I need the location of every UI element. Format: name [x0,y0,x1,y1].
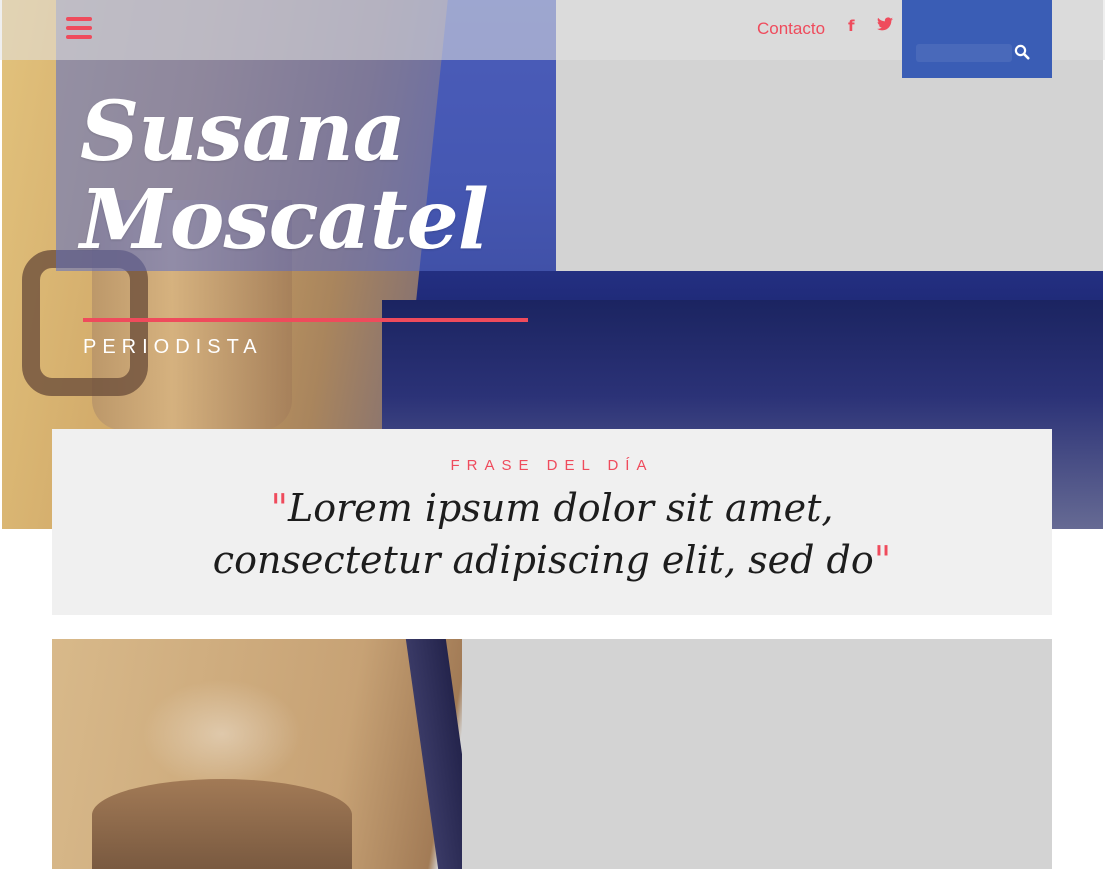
site-owner-role: PERIODISTA [83,336,263,358]
facebook-icon[interactable]: f [848,17,855,35]
coffee-steam [142,679,302,789]
search-input[interactable] [916,44,1012,62]
quote-text-block: "Lorem ipsum dolor sit amet, consectetur… [152,482,952,586]
hamburger-menu-icon[interactable] [66,17,92,39]
site-owner-name: Susana Moscatel [80,84,489,268]
hero-cup-handle [22,250,148,396]
quote-of-the-day-card: FRASE DEL DÍA "Lorem ipsum dolor sit ame… [52,429,1052,615]
feature-image [52,639,1052,869]
coffee-cup-image [92,779,352,869]
search-panel [902,0,1052,78]
hero-divider [83,318,528,322]
quote-text: Lorem ipsum dolor sit amet, consectetur … [212,486,874,582]
search-icon[interactable] [1014,44,1030,60]
image-placeholder [462,639,1052,869]
quote-open-mark: " [270,486,289,530]
twitter-icon[interactable] [877,17,893,35]
nav-link-contacto[interactable]: Contacto [757,19,825,39]
quote-section-label: FRASE DEL DÍA [450,457,654,474]
quote-close-mark: " [873,538,892,582]
